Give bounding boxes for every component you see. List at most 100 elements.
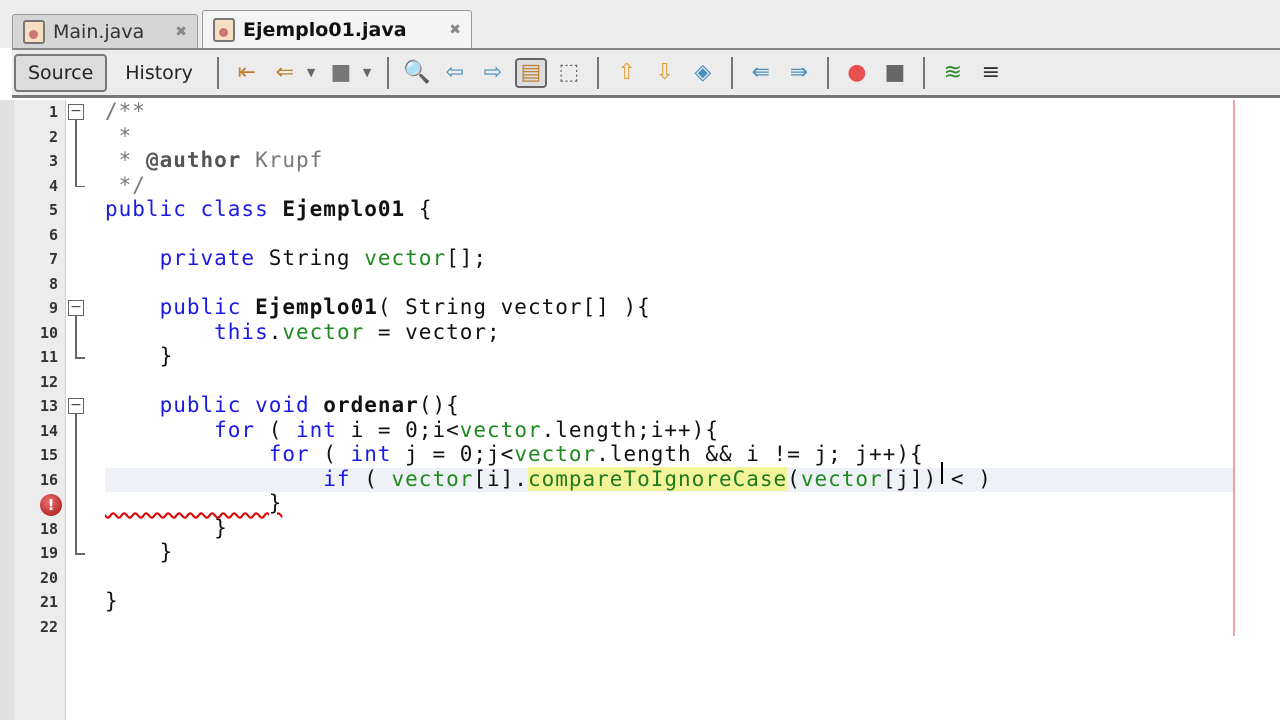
line-number: 11 bbox=[39, 348, 58, 366]
line-number: 3 bbox=[48, 152, 58, 170]
code-token: []; bbox=[446, 246, 488, 270]
code-text: private String vector[]; bbox=[105, 246, 487, 270]
rect-selection-icon[interactable]: ⬚ bbox=[553, 58, 585, 88]
code-text: * bbox=[105, 124, 132, 148]
history-button[interactable]: History bbox=[113, 56, 205, 90]
code-editor[interactable]: 1/** 2 * 3 * @author Krupf 4 */5 public clas… bbox=[0, 99, 1280, 720]
code-line[interactable]: 20 bbox=[0, 566, 1280, 591]
code-text: } bbox=[105, 540, 173, 564]
toggle-bookmark-icon[interactable]: ◈ bbox=[687, 58, 719, 88]
code-token: } bbox=[105, 515, 228, 540]
uncomment-icon[interactable]: ≡ bbox=[975, 58, 1007, 88]
code-line[interactable]: 21} bbox=[0, 589, 1280, 615]
toggle-highlight-icon[interactable]: ▤ bbox=[514, 57, 547, 88]
tab-label: Main.java bbox=[53, 20, 145, 43]
line-number: 22 bbox=[39, 617, 58, 636]
code-token: String bbox=[268, 246, 365, 270]
next-bookmark-icon[interactable]: ⇩ bbox=[649, 58, 681, 88]
code-line[interactable]: 6 bbox=[0, 223, 1280, 248]
line-number: 4 bbox=[48, 176, 58, 195]
chevron-down-icon[interactable]: ▼ bbox=[363, 66, 375, 79]
line-number: 19 bbox=[39, 544, 58, 562]
code-line[interactable]: 3 * @author Krupf bbox=[0, 148, 1280, 174]
code-text: for ( int j = 0;j<vector.length && i != … bbox=[105, 442, 924, 466]
separator bbox=[730, 56, 733, 89]
find-previous-icon[interactable]: ⇦ bbox=[439, 58, 471, 88]
code-text: if ( vector[i].compareToIgnoreCase(vecto… bbox=[105, 466, 992, 491]
code-token: . bbox=[268, 319, 283, 344]
code-token: } bbox=[105, 344, 174, 368]
code-token: ( bbox=[350, 466, 392, 491]
code-text: /** bbox=[105, 99, 146, 123]
method-highlight: compareToIgnoreCase bbox=[527, 466, 788, 491]
line-number: 15 bbox=[39, 446, 58, 464]
find-next-icon[interactable]: ⇨ bbox=[477, 58, 509, 88]
code-token: (){ bbox=[418, 393, 460, 417]
code-token: vector bbox=[391, 466, 474, 491]
code-line[interactable]: 13 public void ordenar(){ bbox=[0, 393, 1280, 419]
right-margin-line bbox=[1233, 100, 1235, 636]
code-text: } bbox=[105, 344, 173, 368]
code-line[interactable]: } bbox=[0, 491, 1280, 517]
code-token: j = 0;j< bbox=[391, 442, 515, 466]
back-icon[interactable]: ⇐ bbox=[269, 58, 301, 88]
code-line[interactable]: 5 public class Ejemplo01 { bbox=[0, 197, 1280, 223]
line-number: 7 bbox=[48, 250, 58, 268]
code-line[interactable]: 19 } bbox=[0, 540, 1280, 566]
tab-ejemplo01-java[interactable]: Ejemplo01.java ✖ bbox=[202, 10, 472, 48]
tab-main-java[interactable]: Main.java ✖ bbox=[12, 14, 198, 48]
code-line[interactable]: 11 } bbox=[0, 344, 1280, 370]
code-line[interactable]: 9 public Ejemplo01( String vector[] ){ bbox=[0, 295, 1280, 321]
code-line[interactable]: 4 */ bbox=[0, 172, 1280, 199]
code-line[interactable]: 8 bbox=[0, 272, 1280, 297]
code-token: ( String vector[] ){ bbox=[377, 295, 651, 319]
code-token: /** bbox=[105, 99, 146, 123]
code-line[interactable]: 16 if ( vector[i].compareToIgnoreCase(ve… bbox=[0, 466, 1280, 492]
code-line[interactable]: 12 bbox=[0, 370, 1280, 395]
shift-left-icon[interactable]: ⇚ bbox=[745, 58, 777, 88]
code-line[interactable]: 14 for ( int i = 0;i<vector.length;i++){ bbox=[0, 417, 1280, 444]
source-button[interactable]: Source bbox=[14, 53, 108, 92]
chevron-down-icon[interactable]: ▼ bbox=[307, 66, 319, 79]
code-line[interactable]: 10 this.vector = vector; bbox=[0, 319, 1280, 346]
previous-bookmark-icon[interactable]: ⇧ bbox=[611, 58, 643, 88]
close-icon[interactable]: ✖ bbox=[175, 24, 187, 40]
shift-right-icon[interactable]: ⇛ bbox=[783, 58, 815, 88]
separator bbox=[386, 56, 389, 89]
code-token: */ bbox=[105, 172, 146, 197]
comment-icon[interactable]: ≋ bbox=[937, 58, 969, 88]
record-macro-icon[interactable]: ● bbox=[841, 58, 873, 88]
code-token: ( bbox=[255, 417, 297, 442]
code-token: private bbox=[105, 246, 269, 270]
last-edit-icon[interactable]: ⇤ bbox=[231, 58, 263, 88]
java-file-icon bbox=[23, 19, 45, 44]
code-token: .length && i != j; j++){ bbox=[596, 442, 924, 466]
code-line[interactable]: 1 /** bbox=[0, 99, 1280, 125]
code-text: public Ejemplo01( String vector[] ){ bbox=[105, 295, 651, 319]
stop-macro-icon[interactable]: ■ bbox=[879, 58, 911, 88]
code-text: } bbox=[105, 589, 119, 613]
line-number: 20 bbox=[39, 568, 58, 587]
line-number: 10 bbox=[39, 323, 58, 342]
error-icon[interactable]: ! bbox=[40, 494, 62, 516]
separator bbox=[826, 56, 829, 89]
code-token: = vector; bbox=[364, 319, 501, 344]
code-token: i = 0;i< bbox=[336, 417, 460, 442]
code-token: * bbox=[105, 148, 146, 172]
code-line[interactable]: 15 for ( int j = 0;j<vector.length && i … bbox=[0, 442, 1280, 468]
code-line[interactable]: 18 } bbox=[0, 515, 1280, 542]
forward-icon[interactable]: ■ bbox=[325, 58, 357, 88]
code-line[interactable]: 22 bbox=[0, 615, 1280, 640]
editor-toolbar: Source History ⇤ ⇐ ▼ ■ ▼ 🔍 ⇦ ⇨ ▤ ⬚ ⇧ ⇩ ◈ ⇚… bbox=[12, 48, 1280, 98]
close-icon[interactable]: ✖ bbox=[449, 22, 461, 38]
code-text: } bbox=[105, 491, 282, 515]
code-line[interactable]: 2 * bbox=[0, 124, 1280, 150]
code-token: int bbox=[350, 442, 392, 466]
editor-tab-bar: Main.java ✖ Ejemplo01.java ✖ bbox=[0, 0, 1280, 48]
code-token: * bbox=[105, 123, 133, 148]
java-file-icon bbox=[213, 17, 235, 42]
find-selection-icon[interactable]: 🔍 bbox=[401, 58, 433, 88]
text-caret bbox=[941, 462, 943, 484]
code-line[interactable]: 7 private String vector[]; bbox=[0, 246, 1280, 272]
line-number: 21 bbox=[39, 593, 58, 611]
